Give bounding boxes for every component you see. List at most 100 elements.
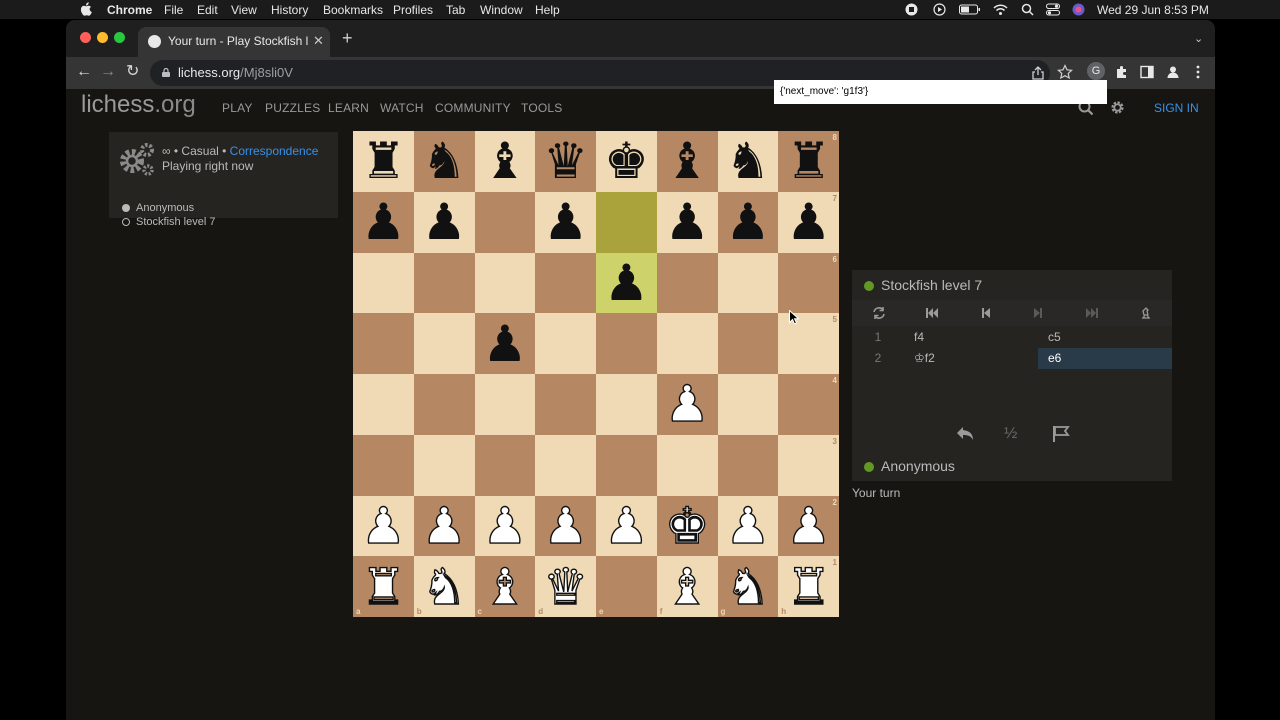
square-c5[interactable]: ♟	[474, 313, 536, 374]
nav-puzzles[interactable]: PUZZLES	[265, 101, 320, 115]
square-a4[interactable]	[353, 374, 414, 435]
control-center-icon[interactable]	[1046, 3, 1060, 16]
square-h7[interactable]: ♟ 7	[778, 191, 839, 253]
square-d3[interactable]	[535, 434, 596, 496]
nav-play[interactable]: PLAY	[222, 101, 253, 115]
white-pawn-piece[interactable]: ♟	[664, 379, 710, 430]
minimize-window-button[interactable]	[97, 32, 108, 43]
player-name[interactable]: Anonymous	[864, 458, 955, 474]
chess-board[interactable]: ♜ ♞ ♝ ♛ ♚ ♝ ♞ ♜ 8 ♟ ♟ ♟ ♟ ♟ ♟ 7 ♟ 6 ♟ 5 ♟ 4 3 ♟ ♟ ♟ ♟ ♟ ♚ ♟ ♟ 2 ♜ a ♞ b ♝ c ♛ d…	[353, 131, 839, 617]
menu-file[interactable]: File	[164, 3, 183, 17]
lock-icon[interactable]	[162, 68, 170, 77]
square-g7[interactable]: ♟	[717, 191, 779, 253]
square-c7[interactable]	[474, 191, 536, 253]
square-f1[interactable]: ♝ f	[656, 556, 718, 617]
bookmark-star-icon[interactable]	[1057, 64, 1073, 80]
resign-flag-icon[interactable]	[1051, 424, 1071, 444]
square-a8[interactable]: ♜	[353, 131, 414, 192]
square-g4[interactable]	[717, 374, 779, 435]
black-rook-piece[interactable]: ♜	[361, 136, 406, 186]
white-bishop-piece[interactable]: ♝	[664, 561, 710, 612]
screen-record-icon[interactable]	[905, 3, 918, 16]
square-a2[interactable]: ♟	[353, 495, 414, 557]
square-f2[interactable]: ♚	[656, 495, 718, 557]
square-f3[interactable]	[656, 434, 718, 496]
square-f5[interactable]	[656, 313, 718, 374]
black-pawn-piece[interactable]: ♟	[422, 197, 467, 247]
menu-view[interactable]: View	[231, 3, 257, 17]
white-bishop-piece[interactable]: ♝	[482, 561, 528, 612]
nav-tools[interactable]: TOOLS	[521, 101, 562, 115]
site-settings-gear-icon[interactable]	[1110, 100, 1125, 115]
square-b2[interactable]: ♟	[413, 495, 475, 557]
square-c4[interactable]	[474, 374, 536, 435]
white-pawn-piece[interactable]: ♟	[786, 500, 832, 551]
square-c8[interactable]: ♝	[474, 131, 536, 192]
zoom-window-button[interactable]	[114, 32, 125, 43]
square-e3[interactable]	[596, 434, 657, 496]
white-queen-piece[interactable]: ♛	[543, 561, 589, 612]
new-tab-icon[interactable]: +	[342, 29, 353, 47]
url-text[interactable]: lichess.org/Mj8sli0V	[178, 65, 293, 80]
next-move-icon[interactable]	[1031, 306, 1045, 320]
reload-icon[interactable]: ↻	[126, 62, 139, 82]
player-black[interactable]: Stockfish level 7	[122, 216, 215, 228]
square-a7[interactable]: ♟	[353, 191, 414, 253]
black-pawn-piece[interactable]: ♟	[725, 197, 770, 247]
extensions-puzzle-icon[interactable]	[1114, 64, 1130, 80]
white-pawn-piece[interactable]: ♟	[360, 500, 406, 551]
menubar-clock[interactable]: Wed 29 Jun 8:53 PM	[1097, 3, 1209, 17]
square-e5[interactable]	[596, 313, 657, 374]
move-white[interactable]: f4	[904, 327, 1038, 348]
white-pawn-piece[interactable]: ♟	[603, 500, 649, 551]
square-e1[interactable]: e	[596, 556, 657, 617]
close-tab-icon[interactable]: ✕	[313, 33, 324, 49]
nav-learn[interactable]: LEARN	[328, 101, 369, 115]
flip-board-icon[interactable]	[872, 306, 886, 320]
square-b7[interactable]: ♟	[413, 191, 475, 253]
move-black[interactable]: c5	[1038, 327, 1172, 348]
extension-g-icon[interactable]: G	[1087, 62, 1105, 80]
black-pawn-piece[interactable]: ♟	[604, 258, 649, 308]
nav-community[interactable]: COMMUNITY	[435, 101, 511, 115]
opponent-name[interactable]: Stockfish level 7	[864, 277, 982, 293]
square-b3[interactable]	[413, 434, 475, 496]
square-b5[interactable]	[413, 313, 475, 374]
tab-search-chevron-icon[interactable]: ⌄	[1194, 32, 1203, 45]
first-move-icon[interactable]	[925, 306, 939, 320]
white-pawn-piece[interactable]: ♟	[421, 500, 467, 551]
square-b1[interactable]: ♞ b	[413, 556, 475, 617]
square-h4[interactable]: 4	[778, 374, 839, 435]
square-f4[interactable]: ♟	[656, 374, 718, 435]
move-black-active[interactable]: e6	[1038, 348, 1172, 369]
sign-in-link[interactable]: SIGN IN	[1154, 101, 1199, 115]
offer-draw-button[interactable]: ½	[1004, 425, 1017, 443]
spotlight-search-icon[interactable]	[1021, 3, 1034, 16]
white-pawn-piece[interactable]: ♟	[543, 500, 589, 551]
square-b8[interactable]: ♞	[413, 131, 475, 192]
menu-edit[interactable]: Edit	[197, 3, 218, 17]
menu-window[interactable]: Window	[480, 3, 523, 17]
close-window-button[interactable]	[80, 32, 91, 43]
menu-help[interactable]: Help	[535, 3, 560, 17]
black-queen-piece[interactable]: ♛	[543, 136, 588, 186]
square-e6[interactable]: ♟	[596, 252, 657, 314]
battery-icon[interactable]	[959, 3, 981, 16]
square-h1[interactable]: ♜ 1 h	[778, 556, 839, 617]
black-knight-piece[interactable]: ♞	[422, 136, 467, 186]
square-d5[interactable]	[535, 313, 596, 374]
chrome-menu-icon[interactable]	[1190, 64, 1206, 80]
share-icon[interactable]	[1030, 65, 1046, 81]
white-rook-piece[interactable]: ♜	[786, 561, 832, 612]
takeback-icon[interactable]	[955, 424, 975, 444]
square-a3[interactable]	[353, 434, 414, 496]
forward-icon[interactable]: →	[100, 62, 116, 82]
black-pawn-piece[interactable]: ♟	[665, 197, 710, 247]
square-c6[interactable]	[474, 252, 536, 314]
square-g6[interactable]	[717, 252, 779, 314]
black-bishop-piece[interactable]: ♝	[482, 136, 527, 186]
square-a1[interactable]: ♜ a	[353, 556, 414, 617]
black-pawn-piece[interactable]: ♟	[543, 197, 588, 247]
white-rook-piece[interactable]: ♜	[360, 561, 406, 612]
white-knight-piece[interactable]: ♞	[725, 561, 771, 612]
